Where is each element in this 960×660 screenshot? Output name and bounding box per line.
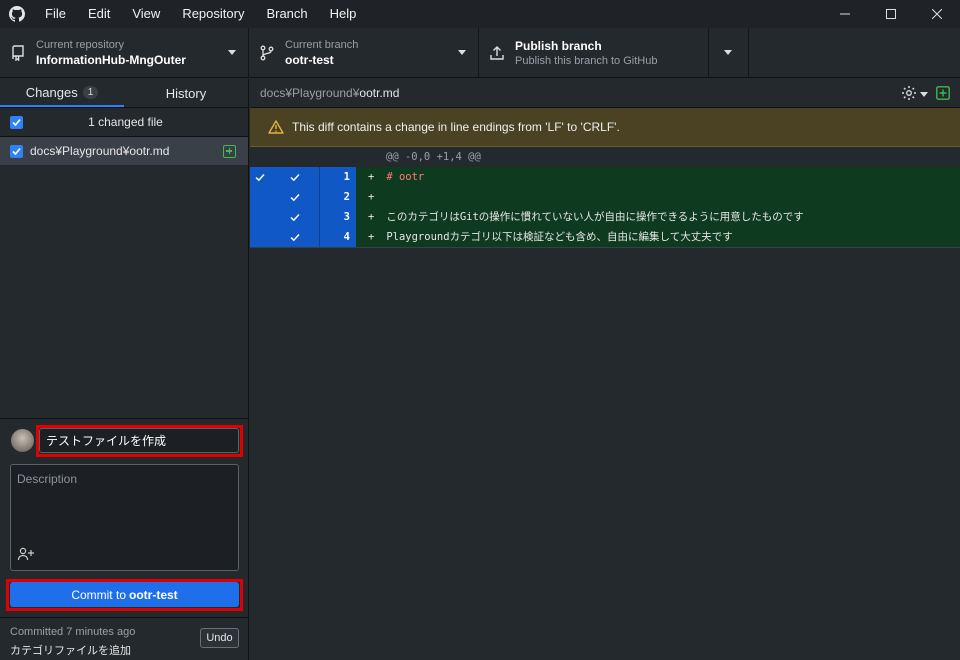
hunk-select-check-icon[interactable]: [250, 167, 270, 187]
menu-branch[interactable]: Branch: [255, 0, 318, 28]
repo-name: InformationHub-MngOuter: [36, 53, 186, 67]
repo-icon: [0, 45, 36, 61]
line-content: このカテゴリはGitの操作に慣れていない人が自由に操作できるように用意したもので…: [386, 211, 804, 223]
line-number: 3: [320, 207, 356, 227]
last-commit-info: Committed 7 minutes ago カテゴリファイルを追加 Undo: [0, 617, 248, 660]
tab-history[interactable]: History: [124, 79, 248, 107]
undo-button[interactable]: Undo: [200, 628, 239, 648]
branch-icon: [249, 45, 285, 61]
tab-changes[interactable]: Changes 1: [0, 79, 124, 107]
repo-label: Current repository: [36, 39, 125, 51]
diff-path-dir: docs¥Playground¥: [260, 86, 360, 100]
warning-icon: [268, 120, 284, 134]
annotation-highlight-summary: [36, 425, 243, 457]
diff-line[interactable]: 1 + # ootr: [250, 167, 960, 187]
close-icon[interactable]: [914, 0, 960, 28]
file-path: docs¥Playground¥ootr.md: [30, 144, 170, 158]
diff-line[interactable]: 2 +: [250, 187, 960, 207]
github-logo-icon: [0, 0, 34, 28]
tab-changes-label: Changes: [25, 84, 78, 100]
select-all-checkbox[interactable]: [10, 115, 23, 129]
publish-title: Publish branch: [515, 39, 602, 53]
diff-panel: docs¥Playground¥ ootr.md This diff contai…: [250, 79, 960, 660]
publish-dropdown-button[interactable]: [709, 28, 749, 78]
sidebar-tabs: Changes 1 History: [0, 79, 248, 108]
chevron-down-icon: [458, 50, 466, 55]
line-number: 1: [320, 167, 356, 187]
line-number: 2: [320, 187, 356, 207]
hunk-header: @@ -0,0 +1,4 @@: [250, 147, 960, 167]
annotation-highlight-commit: [6, 579, 243, 611]
minimize-icon[interactable]: [822, 0, 868, 28]
menu-view[interactable]: View: [121, 0, 171, 28]
line-content: # ootr: [386, 171, 425, 183]
avatar: [11, 429, 34, 452]
current-repository-button[interactable]: Current repository InformationHub-MngOut…: [0, 28, 249, 78]
diff-line[interactable]: 3 + このカテゴリはGitの操作に慣れていない人が自由に操作できるように用意した…: [250, 207, 960, 227]
menu-file[interactable]: File: [34, 0, 77, 28]
upload-icon: [479, 45, 515, 61]
file-added-icon: [223, 144, 236, 158]
diff-path-file: ootr.md: [359, 86, 400, 100]
add-coauthor-icon[interactable]: [17, 547, 35, 564]
toolbar: Current repository InformationHub-MngOut…: [0, 28, 960, 78]
chevron-down-icon: [724, 50, 732, 55]
menu-bar: File Edit View Repository Branch Help: [34, 0, 367, 28]
line-content: Playgroundカテゴリ以下は検証なども含め、自由に編集して大丈夫です: [386, 231, 733, 243]
menu-repository[interactable]: Repository: [171, 0, 255, 28]
maximize-icon[interactable]: [868, 0, 914, 28]
diff-divider: [250, 247, 960, 248]
file-list-item[interactable]: docs¥Playground¥ootr.md: [0, 137, 248, 165]
changed-files-header: 1 changed file: [0, 108, 248, 137]
chevron-down-icon[interactable]: [920, 92, 928, 97]
diff-line[interactable]: 4 + Playgroundカテゴリ以下は検証なども含め、自由に編集して大丈夫です: [250, 227, 960, 247]
tab-history-label: History: [165, 85, 207, 101]
commit-description-field[interactable]: [10, 464, 239, 571]
diff-file-path: docs¥Playground¥ ootr.md: [250, 79, 960, 108]
publish-subtitle: Publish this branch to GitHub: [515, 55, 658, 67]
title-bar: File Edit View Repository Branch Help: [0, 0, 960, 28]
line-ending-warning: This diff contains a change in line endi…: [250, 108, 960, 147]
line-select-check-icon[interactable]: [270, 207, 320, 227]
add-file-icon[interactable]: [936, 86, 950, 103]
changes-count-badge: 1: [82, 85, 99, 99]
line-select-check-icon[interactable]: [270, 167, 320, 187]
branch-name: ootr-test: [285, 53, 334, 67]
window-controls: [822, 0, 960, 28]
publish-branch-button[interactable]: Publish branch Publish this branch to Gi…: [479, 28, 709, 78]
chevron-down-icon: [228, 50, 236, 55]
branch-label: Current branch: [285, 39, 359, 51]
commit-description-input[interactable]: [11, 465, 238, 545]
commit-panel: Commit to ootr-test Committed 7 minutes …: [0, 418, 248, 660]
line-number: 4: [320, 227, 356, 247]
diff-view: @@ -0,0 +1,4 @@ 1 + # ootr 2 + 3 + このカテゴリは…: [250, 147, 960, 248]
line-select-check-icon[interactable]: [270, 187, 320, 207]
menu-edit[interactable]: Edit: [77, 0, 121, 28]
changed-files-count: 1 changed file: [88, 115, 163, 129]
gear-icon[interactable]: [901, 85, 917, 104]
line-select-check-icon[interactable]: [270, 227, 320, 247]
file-checkbox[interactable]: [10, 144, 23, 158]
warning-text: This diff contains a change in line endi…: [292, 120, 620, 134]
current-branch-button[interactable]: Current branch ootr-test: [249, 28, 479, 78]
sidebar: Changes 1 History 1 changed file docs¥Pl…: [0, 79, 249, 660]
menu-help[interactable]: Help: [319, 0, 368, 28]
hunk-header-text: @@ -0,0 +1,4 @@: [356, 147, 960, 167]
